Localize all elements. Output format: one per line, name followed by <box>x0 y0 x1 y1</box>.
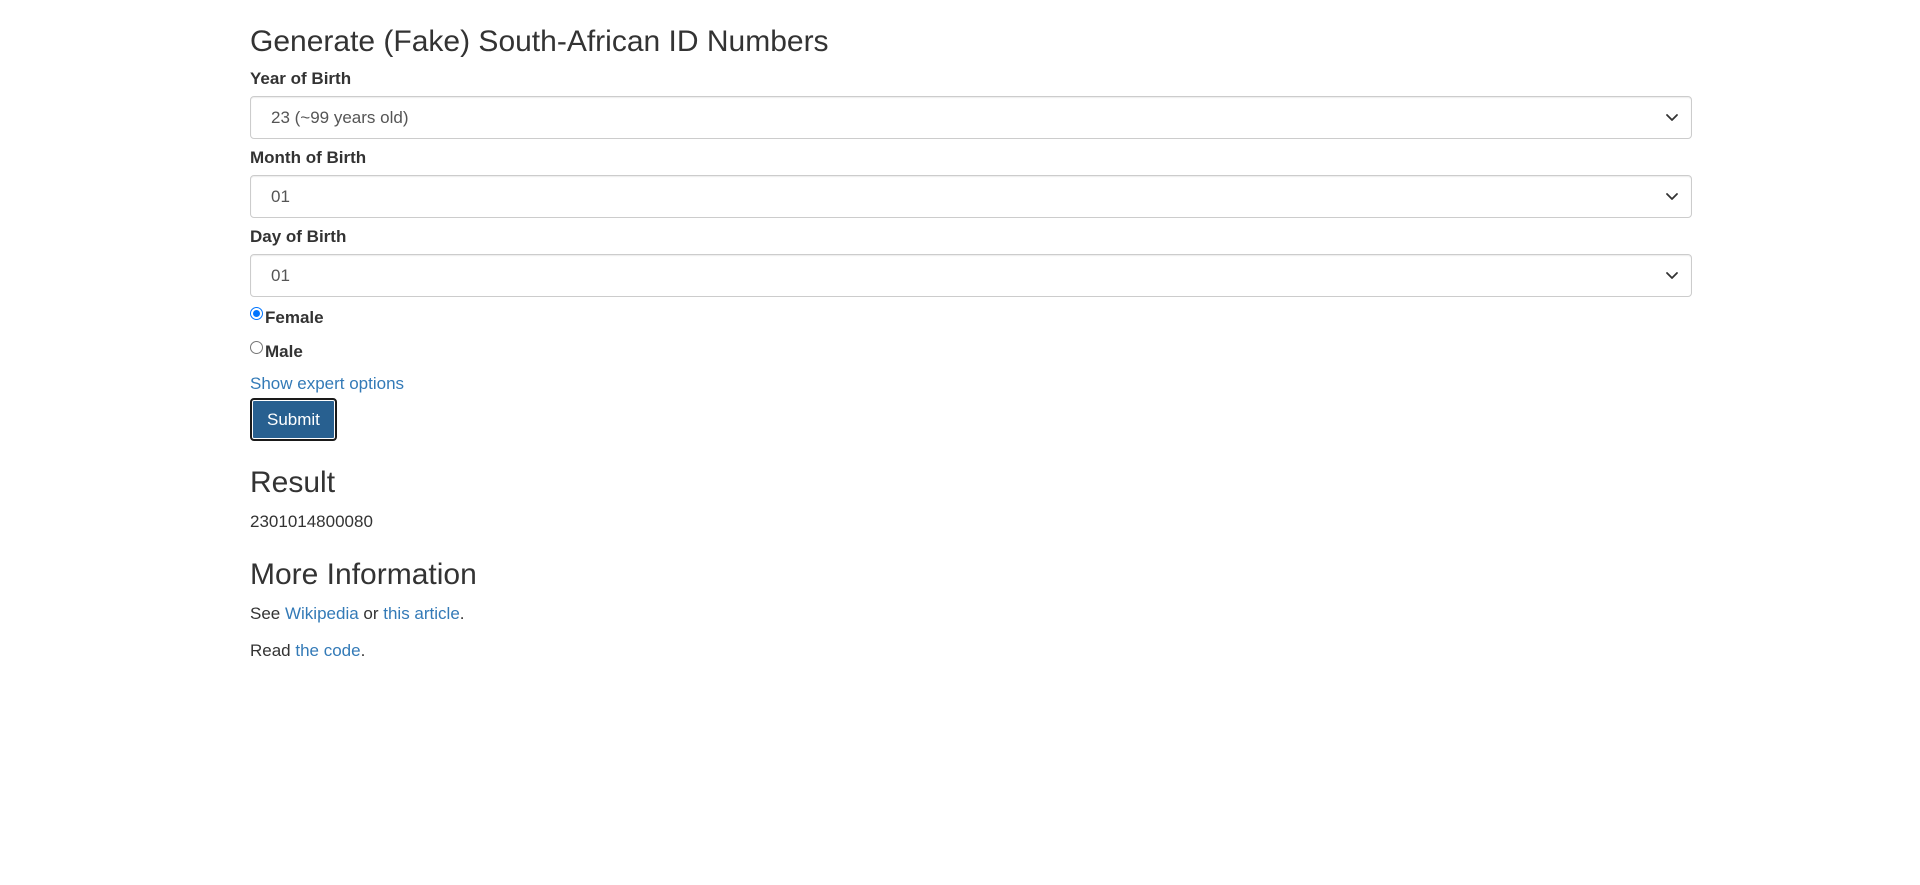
year-of-birth-label: Year of Birth <box>250 69 352 88</box>
year-of-birth-value: 23 (~99 years old) <box>271 108 409 127</box>
wikipedia-link[interactable]: Wikipedia <box>285 604 359 623</box>
the-code-link[interactable]: the code <box>295 641 360 660</box>
day-of-birth-select[interactable]: 01 <box>250 254 1692 297</box>
read-suffix: . <box>360 641 366 660</box>
read-code-line: Read the code. <box>250 640 1692 662</box>
male-radio[interactable] <box>250 341 263 354</box>
chevron-down-icon <box>1666 272 1678 279</box>
see-prefix: See <box>250 604 285 623</box>
month-of-birth-value: 01 <box>271 187 290 206</box>
main-container: Generate (Fake) South-African ID Numbers… <box>250 0 1692 677</box>
month-of-birth-label: Month of Birth <box>250 148 367 167</box>
show-expert-options-link[interactable]: Show expert options <box>250 373 1692 395</box>
see-suffix: . <box>459 604 465 623</box>
read-prefix: Read <box>250 641 296 660</box>
see-links-line: See Wikipedia or this article. <box>250 603 1692 625</box>
more-information-heading: More Information <box>250 558 477 591</box>
chevron-down-icon <box>1666 193 1678 200</box>
submit-button[interactable]: Submit <box>250 398 337 441</box>
year-of-birth-select[interactable]: 23 (~99 years old) <box>250 96 1692 139</box>
or-text: or <box>358 604 384 623</box>
female-radio-label[interactable]: Female <box>265 307 324 329</box>
id-generator-form: Year of Birth 23 (~99 years old) Month o… <box>250 68 1692 441</box>
page-title: Generate (Fake) South-African ID Numbers <box>250 25 829 58</box>
gender-option-male[interactable]: Male <box>250 339 1692 365</box>
day-of-birth-value: 01 <box>271 266 290 285</box>
this-article-link[interactable]: this article <box>383 604 460 623</box>
day-of-birth-label: Day of Birth <box>250 227 347 246</box>
chevron-down-icon <box>1666 114 1678 121</box>
result-id-number: 2301014800080 <box>250 512 373 531</box>
female-radio[interactable] <box>250 307 263 320</box>
gender-option-female[interactable]: Female <box>250 305 1692 331</box>
month-of-birth-select[interactable]: 01 <box>250 175 1692 218</box>
male-radio-label[interactable]: Male <box>265 341 303 363</box>
result-heading: Result <box>250 466 336 499</box>
